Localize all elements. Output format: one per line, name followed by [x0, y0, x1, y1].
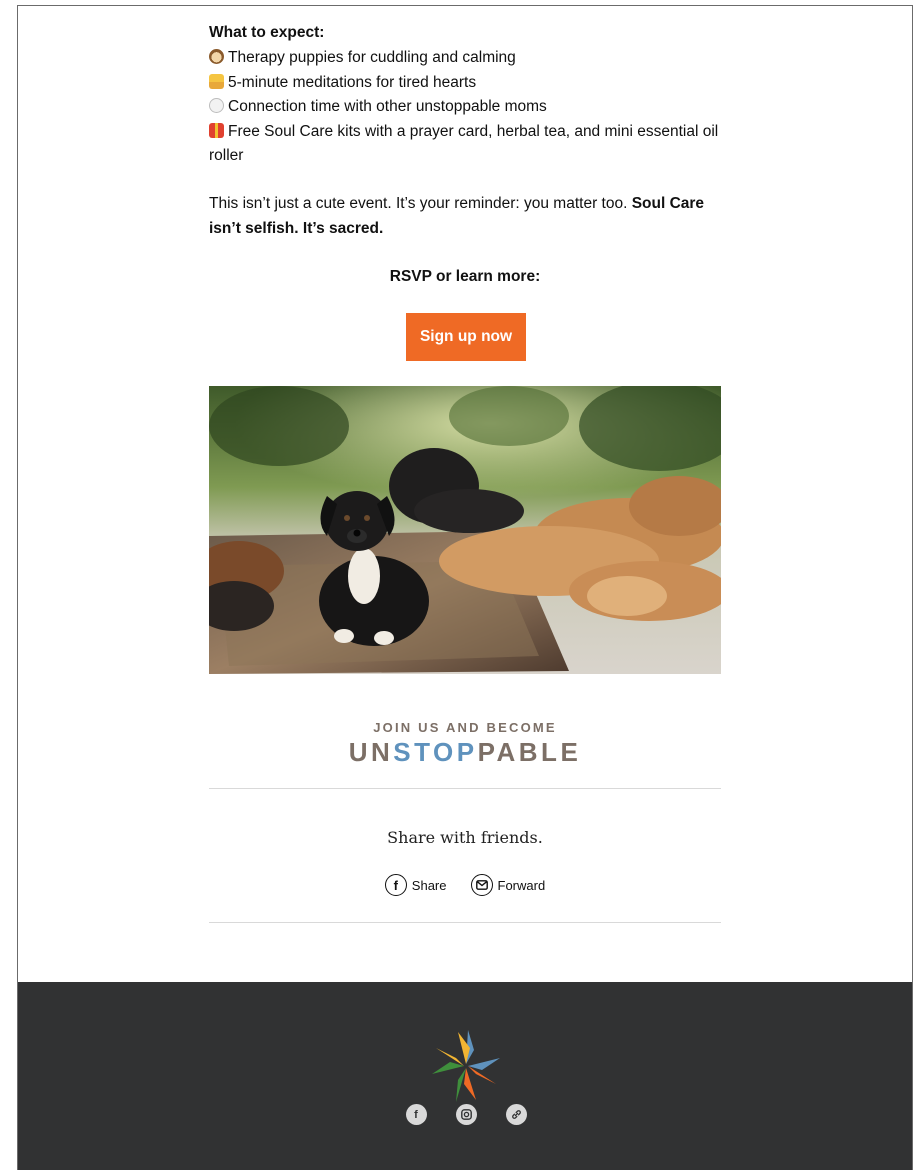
unstoppable-wordmark: UNSTOPPABLE: [348, 737, 582, 767]
email-frame: What to expect: Therapy puppies for cudd…: [17, 5, 913, 1170]
expect-list: Therapy puppies for cuddling and calming…: [209, 46, 719, 169]
share-facebook-link[interactable]: f Share: [384, 874, 447, 896]
instagram-icon[interactable]: [455, 1104, 477, 1125]
sign-up-button[interactable]: Sign up now: [406, 313, 526, 361]
divider: [209, 788, 721, 789]
social-icons: f: [18, 1104, 912, 1125]
rsvp-label: RSVP or learn more:: [389, 268, 541, 285]
link-icon[interactable]: [505, 1104, 527, 1125]
starburst-logo: [432, 1030, 500, 1102]
expect-heading: What to expect:: [209, 24, 325, 41]
mail-icon: [470, 874, 493, 896]
facebook-icon: f: [384, 874, 407, 896]
puppies-photo: [209, 386, 721, 674]
forward-link[interactable]: Forward: [470, 874, 546, 896]
share-title: Share with friends.: [387, 828, 543, 847]
speech-bubble-emoji-icon: [209, 98, 224, 114]
message-paragraph: This isn’t just a cute event. It’s your …: [209, 195, 705, 237]
gift-emoji-icon: [209, 122, 224, 138]
footer: f: [18, 982, 912, 1170]
facebook-icon[interactable]: f: [405, 1104, 427, 1125]
list-item: Free Soul Care kits with a prayer card, …: [209, 122, 719, 165]
list-item: Therapy puppies for cuddling and calming: [209, 46, 719, 71]
list-item: Connection time with other unstoppable m…: [209, 95, 719, 120]
share-actions: f Share Forward: [209, 874, 721, 896]
meditation-emoji-icon: [209, 73, 224, 89]
puppy-emoji-icon: [209, 49, 224, 64]
forward-label: Forward: [497, 877, 546, 893]
divider: [209, 922, 721, 923]
list-item: 5-minute meditations for tired hearts: [209, 71, 719, 96]
share-label: Share: [411, 877, 447, 893]
join-tagline: JOIN US AND BECOME: [373, 720, 557, 735]
